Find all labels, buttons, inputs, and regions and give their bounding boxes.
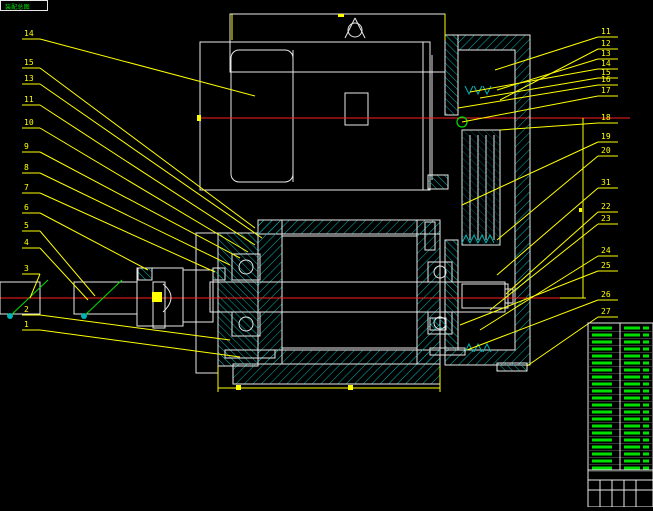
right-callout-label: 18 bbox=[601, 113, 611, 122]
right-callout-label: 11 bbox=[601, 27, 611, 36]
left-callout-13: 13 bbox=[22, 74, 263, 239]
drawing-canvas: 装配总图 14 15 13 11 10 9 8 7 6 5 4 3 2 1 11… bbox=[0, 0, 653, 508]
main-housing bbox=[195, 219, 441, 385]
right-callout-label: 24 bbox=[601, 246, 611, 255]
right-callout-label: 31 bbox=[601, 178, 611, 187]
left-callout-1: 1 bbox=[22, 320, 241, 358]
right-callout-label: 17 bbox=[601, 86, 611, 95]
left-callout-5: 5 bbox=[22, 221, 96, 297]
left-callout-8: 8 bbox=[22, 163, 231, 266]
left-callout-label: 13 bbox=[24, 74, 34, 83]
left-callout-label: 3 bbox=[24, 264, 29, 273]
motor-dim-mark bbox=[197, 115, 201, 121]
right-callout-label: 12 bbox=[601, 39, 611, 48]
right-callout-label: 23 bbox=[601, 214, 611, 223]
left-callout-label: 7 bbox=[24, 183, 29, 192]
title-block bbox=[587, 322, 653, 508]
motor bbox=[199, 13, 446, 191]
left-callout-label: 15 bbox=[24, 58, 34, 67]
left-callout-label: 1 bbox=[24, 320, 29, 329]
left-callout-label: 9 bbox=[24, 142, 29, 151]
right-callout-label: 22 bbox=[601, 202, 611, 211]
left-callout-label: 6 bbox=[24, 203, 29, 212]
left-callout-label: 11 bbox=[24, 95, 34, 104]
left-callout-15: 15 bbox=[22, 58, 256, 229]
left-callout-label: 8 bbox=[24, 163, 29, 172]
left-callout-4: 4 bbox=[22, 238, 89, 301]
drawing-tag: 装配总图 bbox=[5, 4, 30, 11]
left-callout-3: 3 bbox=[22, 264, 41, 299]
drawing-tag-frame: 装配总图 bbox=[0, 0, 48, 11]
left-callout-label: 5 bbox=[24, 221, 29, 230]
left-callout-label: 4 bbox=[24, 238, 29, 247]
right-callout-label: 20 bbox=[601, 146, 611, 155]
left-callout-label: 10 bbox=[24, 118, 34, 127]
left-callout-label: 14 bbox=[24, 29, 34, 38]
right-callout-label: 13 bbox=[601, 49, 611, 58]
right-callout-label: 16 bbox=[601, 75, 611, 84]
right-callout-label: 26 bbox=[601, 290, 611, 299]
right-callout-label: 27 bbox=[601, 307, 611, 316]
right-callout-label: 14 bbox=[601, 59, 611, 68]
right-callout-label: 19 bbox=[601, 132, 611, 141]
right-callout-23: 23 bbox=[489, 214, 618, 311]
right-callout-label: 25 bbox=[601, 261, 611, 270]
left-callout-label: 2 bbox=[24, 305, 29, 314]
assembly-drawing: 1415131110987654321 11121314151617181920… bbox=[0, 13, 653, 508]
left-callout-14: 14 bbox=[22, 29, 256, 97]
left-callout-7: 7 bbox=[22, 183, 216, 273]
